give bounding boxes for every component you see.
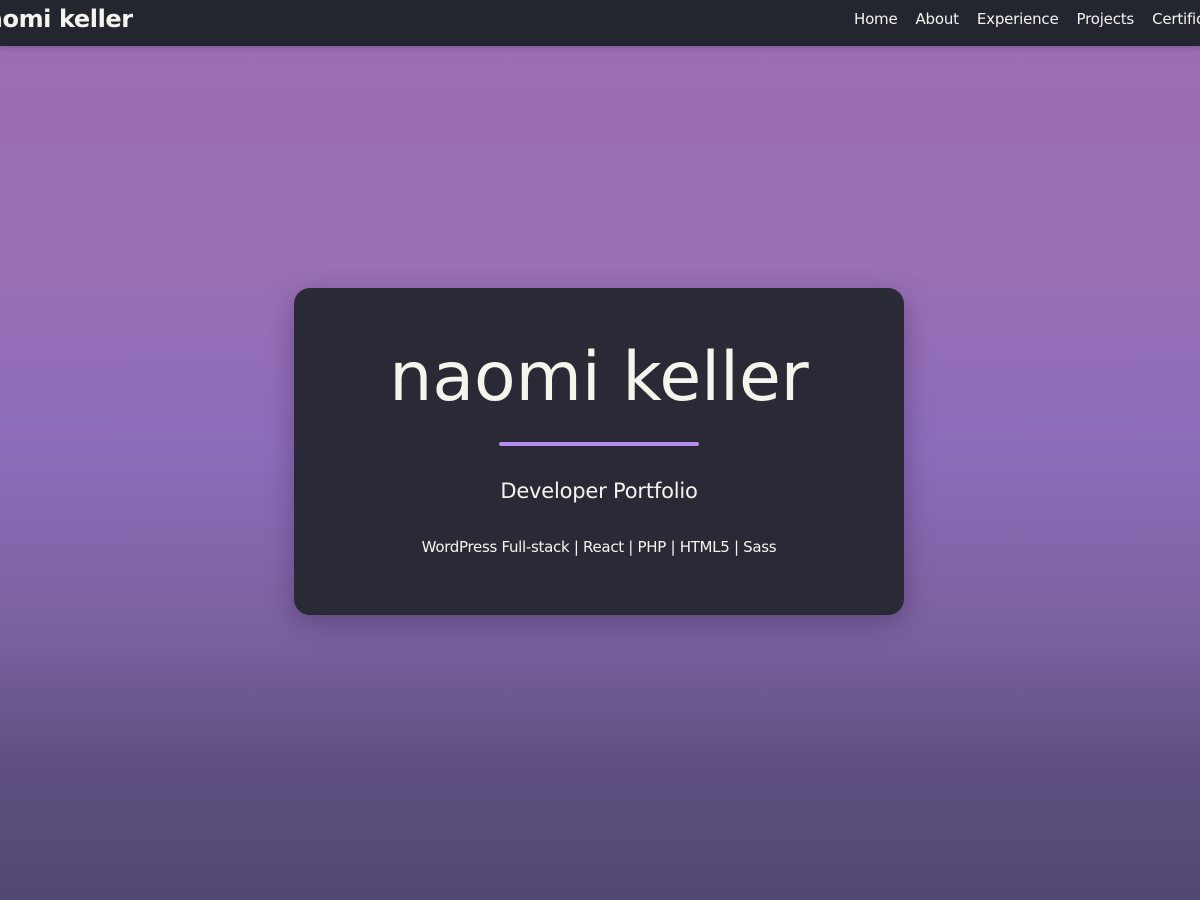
nav-link-experience[interactable]: Experience [977,10,1059,28]
portfolio-page: { "navbar": { "brand": "naomi keller", "… [0,0,1200,900]
hero-card: naomi keller Developer Portfolio WordPre… [294,288,904,615]
brand-logo-link[interactable]: naomi keller [0,0,133,38]
hero-tech-tags: WordPress Full-stack | React | PHP | HTM… [421,538,777,556]
nav-links: Home About Experience Projects Certific [854,0,1200,38]
hero-title: naomi keller [389,338,809,417]
hero-subtitle: Developer Portfolio [500,479,698,503]
top-navbar: naomi keller Home About Experience Proje… [0,0,1200,46]
hero-divider [499,442,699,446]
nav-link-projects[interactable]: Projects [1077,10,1135,28]
nav-link-certifications[interactable]: Certific [1152,10,1200,28]
nav-link-about[interactable]: About [916,10,960,28]
nav-link-home[interactable]: Home [854,10,898,28]
